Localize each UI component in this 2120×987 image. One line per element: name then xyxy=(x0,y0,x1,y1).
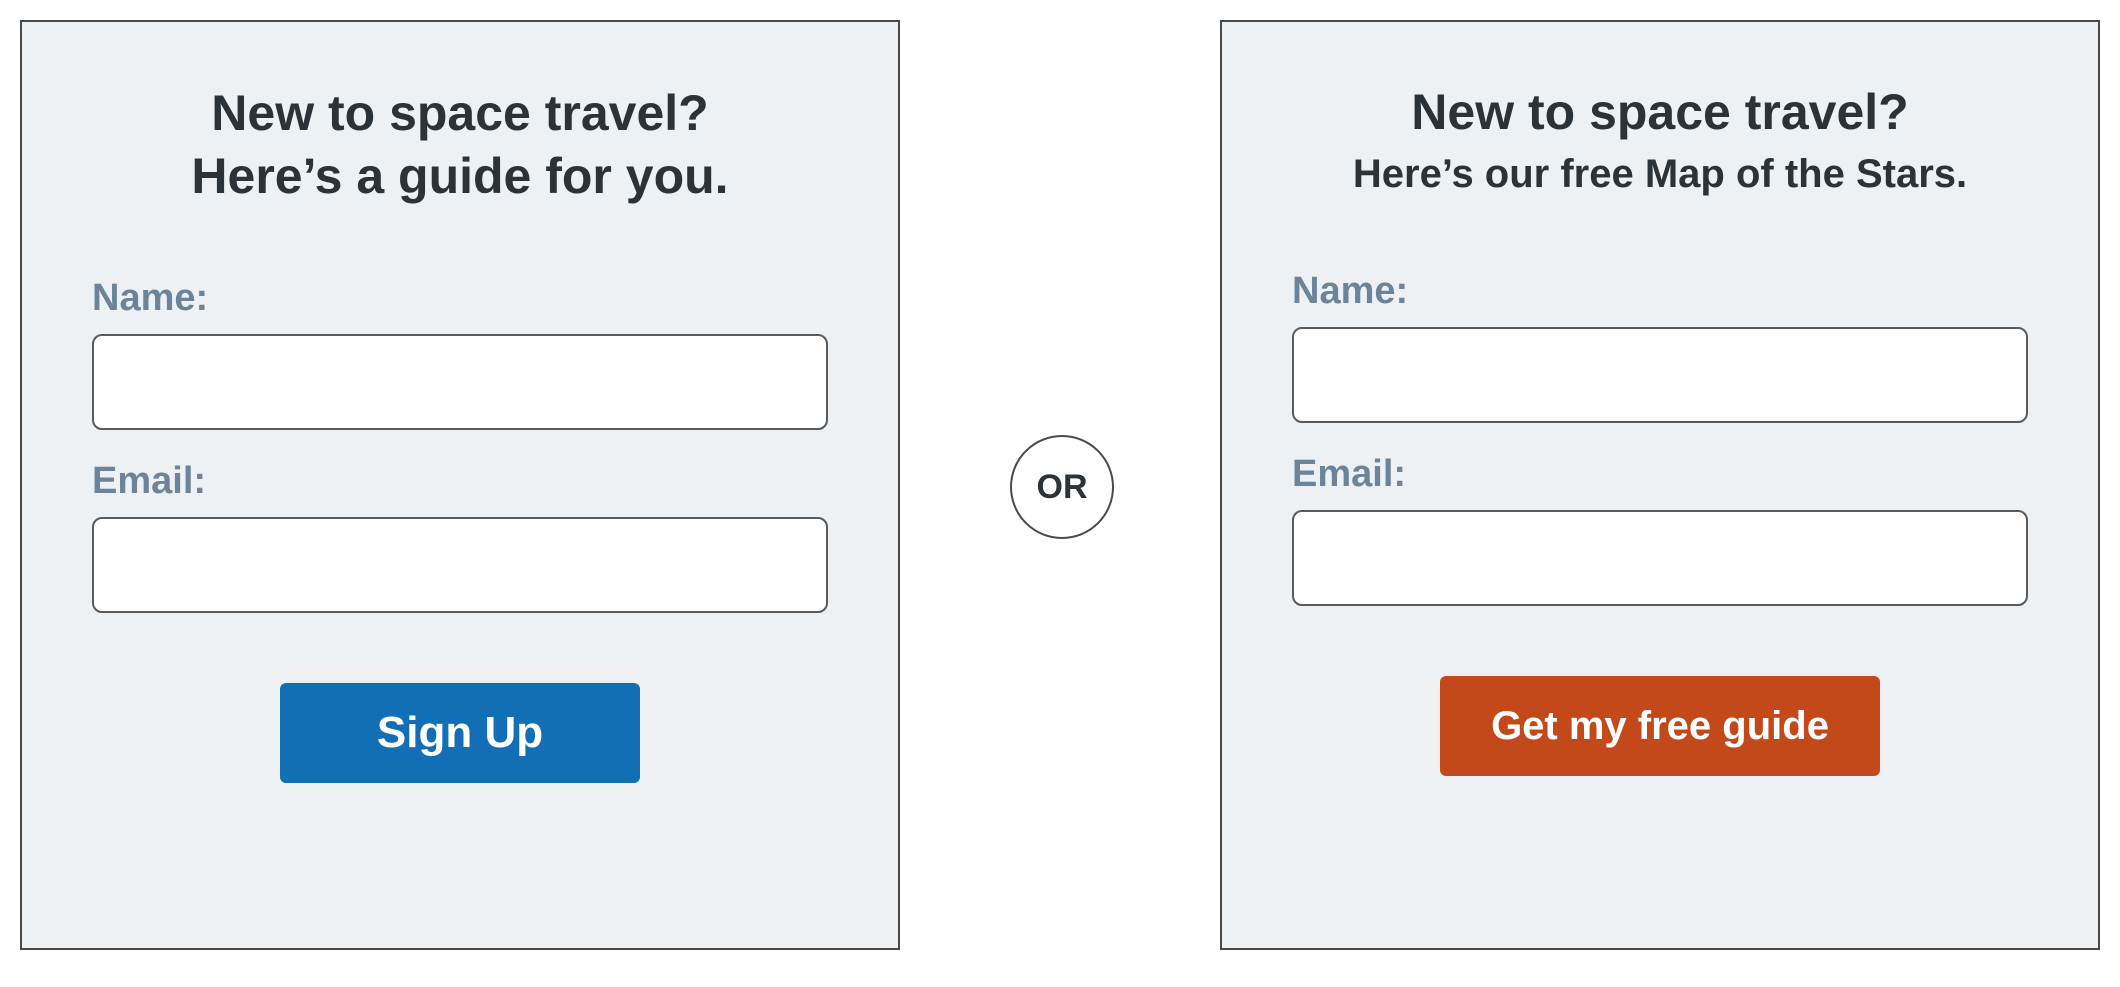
name-input[interactable] xyxy=(92,334,828,430)
name-input[interactable] xyxy=(1292,327,2028,423)
signup-card-left: New to space travel? Here’s a guide for … xyxy=(20,20,900,950)
name-label: Name: xyxy=(92,277,828,320)
or-separator: OR xyxy=(1010,435,1114,539)
heading-line-2: Here’s a guide for you. xyxy=(92,145,828,208)
card-heading: New to space travel? Here’s a guide for … xyxy=(92,82,828,207)
signup-button[interactable]: Sign Up xyxy=(280,683,640,783)
heading-line-2: Here’s our free Map of the Stars. xyxy=(1292,148,2028,200)
email-input[interactable] xyxy=(1292,510,2028,606)
signup-card-right: New to space travel? Here’s our free Map… xyxy=(1220,20,2100,950)
name-label: Name: xyxy=(1292,270,2028,313)
heading-line-1: New to space travel? xyxy=(92,82,828,145)
heading-line-1: New to space travel? xyxy=(1292,82,2028,142)
email-label: Email: xyxy=(1292,453,2028,496)
card-heading: New to space travel? Here’s our free Map… xyxy=(1292,82,2028,200)
get-guide-button[interactable]: Get my free guide xyxy=(1440,676,1880,776)
email-label: Email: xyxy=(92,460,828,503)
email-input[interactable] xyxy=(92,517,828,613)
